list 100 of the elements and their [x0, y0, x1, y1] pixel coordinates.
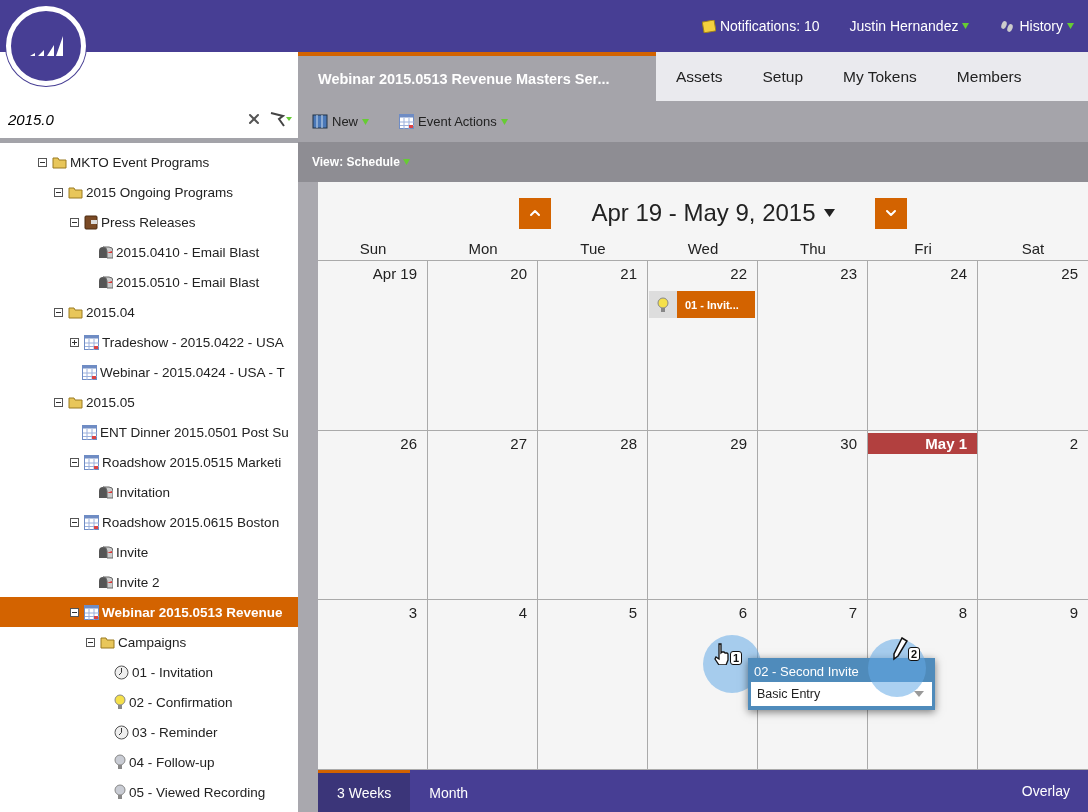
event-editor[interactable]: 02 - Second Invite Basic Entry	[748, 658, 935, 710]
expand-toggle[interactable]	[70, 337, 79, 347]
tree-item[interactable]: Tradeshow - 2015.0422 - USA	[0, 327, 298, 357]
event-name-field[interactable]: 02 - Second Invite	[751, 661, 932, 682]
tree-item[interactable]: 04 - Follow-up	[0, 747, 298, 777]
notifications-link[interactable]: Notifications: 10	[701, 18, 820, 34]
clear-icon[interactable]	[246, 111, 262, 127]
step-number: 2	[908, 647, 921, 661]
weekday-label: Wed	[686, 240, 720, 259]
notifications-label: Notifications: 10	[719, 18, 820, 34]
collapse-toggle[interactable]	[54, 397, 63, 407]
tree-item[interactable]: 2015.0410 - Email Blast	[0, 237, 298, 267]
caret-icon	[402, 159, 410, 165]
tree-item-label: 03 - Reminder	[132, 724, 218, 740]
tree-item[interactable]: 05 - Viewed Recording	[0, 777, 298, 807]
collapse-toggle[interactable]	[86, 637, 95, 647]
weekday-label: Mon	[467, 240, 499, 259]
tree-item[interactable]: Campaigns	[0, 627, 298, 657]
collapse-toggle[interactable]	[70, 217, 79, 227]
tab[interactable]: My Tokens	[823, 52, 937, 101]
day-number: 9	[1068, 603, 1079, 624]
tab[interactable]: Members	[936, 52, 1042, 101]
mailbox-icon	[98, 275, 113, 289]
tree-item[interactable]: Roadshow 2015.0515 Marketi	[0, 447, 298, 477]
tree-item[interactable]: Roadshow 2015.0615 Boston	[0, 507, 298, 537]
clock-icon	[114, 724, 129, 740]
collapse-toggle[interactable]	[70, 517, 79, 527]
history-label: History	[1019, 18, 1063, 34]
day-number: 4	[517, 603, 528, 624]
step-number: 1	[730, 651, 743, 665]
day-number: 27	[509, 433, 528, 454]
tree-item-label: 2015.0410 - Email Blast	[116, 244, 260, 260]
tree-item[interactable]: 2015 Ongoing Programs	[0, 177, 298, 207]
highlight-circle	[868, 639, 926, 697]
day-number: 24	[949, 264, 968, 284]
tree-item-label: Campaigns	[118, 634, 187, 650]
tree-item[interactable]: 2015.0510 - Email Blast	[0, 267, 298, 297]
tree-item[interactable]: Webinar - 2015.0424 - USA - T	[0, 357, 298, 387]
tree-item[interactable]: Webinar 2015.0513 Revenue	[0, 597, 298, 627]
tree-item-label: Tradeshow - 2015.0422 - USA	[102, 334, 284, 350]
pencil-icon	[890, 637, 908, 661]
overlay-button[interactable]: Overlay	[1003, 770, 1088, 812]
tree-item[interactable]: 02 - Confirmation	[0, 687, 298, 717]
tree-item-label: Press Releases	[101, 214, 196, 230]
search-field[interactable]: 2015.0	[8, 110, 238, 128]
clock-icon	[114, 664, 129, 680]
collapse-toggle[interactable]	[54, 187, 63, 197]
day-number: May 1	[868, 432, 977, 454]
tree-item-label: 05 - Viewed Recording	[129, 784, 266, 800]
tree-item[interactable]: 2015.04	[0, 297, 298, 327]
calendar-icon	[84, 604, 99, 620]
folder-icon	[68, 305, 83, 319]
footprints-icon	[999, 19, 1016, 33]
tree-item-label: Roadshow 2015.0615 Boston	[102, 514, 280, 530]
day-number: 29	[729, 433, 748, 454]
caret-icon	[500, 118, 508, 125]
next-button[interactable]	[874, 197, 907, 229]
caret-icon	[962, 23, 970, 29]
collapse-toggle[interactable]	[70, 607, 79, 617]
binder-icon	[312, 114, 328, 129]
weekday-label: Sun	[358, 240, 388, 259]
day-number: 8	[957, 603, 968, 624]
tree-item[interactable]: 01 - Invitation	[0, 657, 298, 687]
day-number: 23	[839, 264, 858, 284]
day-number: 30	[839, 433, 858, 454]
lightbulb-icon	[657, 296, 669, 313]
tree-item-label: 2015 Ongoing Programs	[86, 184, 234, 200]
tab[interactable]: Setup	[742, 52, 824, 101]
toolbar-button[interactable]: New	[312, 114, 369, 129]
view-tab[interactable]: Month	[410, 770, 488, 812]
tree-item[interactable]: Invite 2	[0, 567, 298, 597]
day-number: 22	[729, 264, 748, 284]
day-number: Apr 19	[371, 264, 418, 284]
tab[interactable]: Assets	[656, 52, 743, 101]
binder-icon	[84, 214, 98, 230]
collapse-toggle[interactable]	[54, 307, 63, 317]
toolbar-button[interactable]: Event Actions	[399, 114, 508, 129]
previous-button[interactable]	[519, 197, 552, 229]
lightbulb-icon	[114, 784, 126, 800]
tree-item[interactable]: MKTO Event Programs	[0, 147, 298, 177]
mailbox-icon	[98, 245, 113, 259]
calendar-icon	[399, 114, 414, 129]
tree-item[interactable]: 2015.05	[0, 387, 298, 417]
collapse-toggle[interactable]	[70, 457, 79, 467]
collapse-toggle[interactable]	[38, 157, 47, 167]
weekday-label: Sat	[1020, 240, 1046, 259]
tree-item[interactable]: Invitation	[0, 477, 298, 507]
type-dropdown[interactable]: Basic Entry	[751, 682, 932, 706]
filter-icon[interactable]	[270, 111, 292, 127]
weekday-label: Thu	[799, 240, 827, 259]
tree-item[interactable]: ENT Dinner 2015.0501 Post Su	[0, 417, 298, 447]
lightbulb-icon	[114, 694, 126, 710]
view-tab[interactable]: 3 Weeks	[318, 770, 411, 812]
history-menu[interactable]: History	[999, 18, 1074, 34]
mailbox-icon	[98, 545, 113, 559]
tree-item[interactable]: 03 - Reminder	[0, 717, 298, 747]
tree-item[interactable]: Press Releases	[0, 207, 298, 237]
date-range-title[interactable]: Apr 19 - May 9, 2015	[591, 199, 835, 227]
tree-item[interactable]: Invite	[0, 537, 298, 567]
tree-item-label: 02 - Confirmation	[129, 694, 233, 710]
